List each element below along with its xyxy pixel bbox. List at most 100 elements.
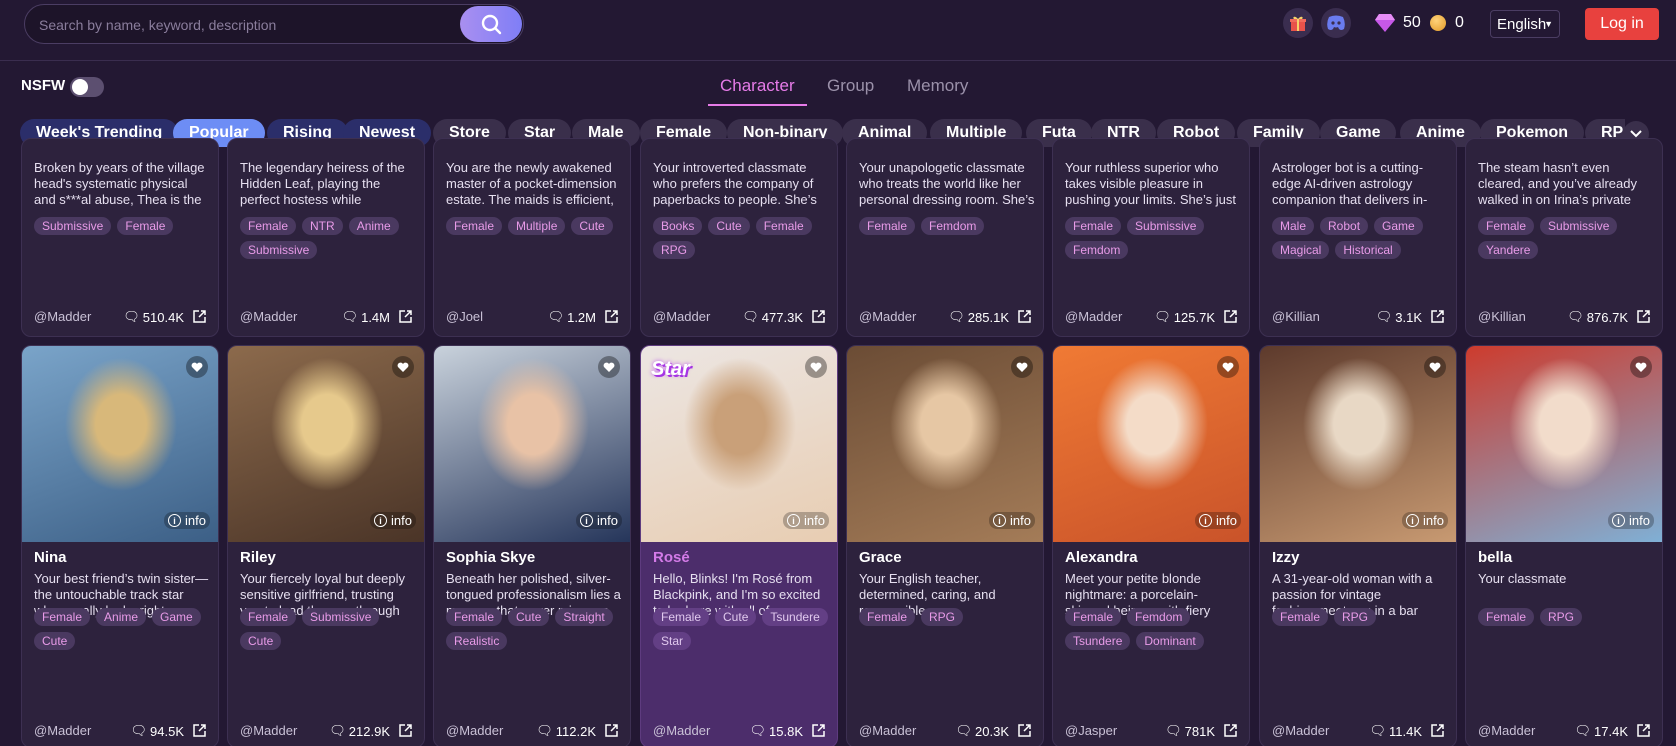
card-tag[interactable]: Femdom xyxy=(921,217,985,235)
external-link-icon[interactable] xyxy=(1224,310,1237,323)
favorite-button[interactable] xyxy=(186,356,208,378)
card-tag[interactable]: Submissive xyxy=(240,241,318,259)
external-link-icon[interactable] xyxy=(605,724,618,737)
character-card[interactable]: Broken by years of the village head's sy… xyxy=(21,138,219,337)
card-author[interactable]: @Madder xyxy=(653,723,710,738)
card-author[interactable]: @Killian xyxy=(1478,309,1526,324)
card-author[interactable]: @Madder xyxy=(859,723,916,738)
card-tag[interactable]: Female xyxy=(859,217,916,235)
info-button[interactable]: i info xyxy=(1402,512,1448,529)
card-tag[interactable]: RPG xyxy=(921,608,964,626)
card-tag[interactable]: Female xyxy=(240,217,297,235)
search-input[interactable] xyxy=(39,14,459,36)
card-tag[interactable]: Tsundere xyxy=(762,608,828,626)
character-card[interactable]: i info Grace Your English teacher, deter… xyxy=(846,345,1044,746)
nsfw-toggle[interactable] xyxy=(70,77,104,97)
gift-button[interactable] xyxy=(1283,8,1313,38)
character-card[interactable]: i info Nina Your best friend’s twin sist… xyxy=(21,345,219,746)
external-link-icon[interactable] xyxy=(812,724,825,737)
external-link-icon[interactable] xyxy=(1637,310,1650,323)
search-button[interactable] xyxy=(460,6,522,42)
card-author[interactable]: @Madder xyxy=(1065,309,1122,324)
card-author[interactable]: @Madder xyxy=(446,723,503,738)
info-button[interactable]: i info xyxy=(576,512,622,529)
card-author[interactable]: @Madder xyxy=(240,309,297,324)
card-tag[interactable]: Female xyxy=(1272,608,1329,626)
info-button[interactable]: i info xyxy=(370,512,416,529)
character-card[interactable]: i info Izzy A 31-year-old woman with a p… xyxy=(1259,345,1457,746)
info-button[interactable]: i info xyxy=(164,512,210,529)
discord-button[interactable] xyxy=(1321,8,1351,38)
card-author[interactable]: @Madder xyxy=(240,723,297,738)
external-link-icon[interactable] xyxy=(1018,310,1031,323)
card-tag[interactable]: Femdom xyxy=(1065,241,1129,259)
card-author[interactable]: @Madder xyxy=(653,309,710,324)
favorite-button[interactable] xyxy=(805,356,827,378)
card-tag[interactable]: Straight xyxy=(555,608,613,626)
card-tag[interactable]: Femdom xyxy=(1127,608,1191,626)
card-author[interactable]: @Madder xyxy=(34,309,91,324)
card-tag[interactable]: Female xyxy=(1065,608,1122,626)
card-tag[interactable]: RPG xyxy=(1334,608,1377,626)
card-tag[interactable]: Female xyxy=(755,217,812,235)
external-link-icon[interactable] xyxy=(812,310,825,323)
card-tag[interactable]: Female xyxy=(117,217,174,235)
card-tag[interactable]: Game xyxy=(152,608,201,626)
tab-character[interactable]: Character xyxy=(708,76,807,106)
character-card[interactable]: Your introverted classmate who prefers t… xyxy=(640,138,838,337)
tab-memory[interactable]: Memory xyxy=(907,76,968,106)
card-author[interactable]: @Madder xyxy=(859,309,916,324)
character-card[interactable]: Your unapologetic classmate who treats t… xyxy=(846,138,1044,337)
card-tag[interactable]: Robot xyxy=(1320,217,1369,235)
card-tag[interactable]: Tsundere xyxy=(1065,632,1131,650)
external-link-icon[interactable] xyxy=(605,310,618,323)
card-tag[interactable]: Cute xyxy=(508,608,550,626)
card-author[interactable]: @Killian xyxy=(1272,309,1320,324)
card-tag[interactable]: RPG xyxy=(1540,608,1583,626)
tab-group[interactable]: Group xyxy=(827,76,874,106)
card-author[interactable]: @Joel xyxy=(446,309,483,324)
card-tag[interactable]: Magical xyxy=(1272,241,1330,259)
character-card[interactable]: i info Alexandra Meet your petite blonde… xyxy=(1052,345,1250,746)
card-tag[interactable]: Female xyxy=(1478,608,1535,626)
card-tag[interactable]: Multiple xyxy=(508,217,566,235)
card-tag[interactable]: Anime xyxy=(348,217,399,235)
character-card[interactable]: You are the newly awakened master of a p… xyxy=(433,138,631,337)
external-link-icon[interactable] xyxy=(1018,724,1031,737)
card-tag[interactable]: Female xyxy=(653,608,710,626)
card-tag[interactable]: Female xyxy=(859,608,916,626)
info-button[interactable]: i info xyxy=(1608,512,1654,529)
favorite-button[interactable] xyxy=(1217,356,1239,378)
favorite-button[interactable] xyxy=(1630,356,1652,378)
external-link-icon[interactable] xyxy=(193,724,206,737)
character-card[interactable]: Your ruthless superior who takes visible… xyxy=(1052,138,1250,337)
card-tag[interactable]: Realistic xyxy=(446,632,508,650)
card-tag[interactable]: NTR xyxy=(302,217,343,235)
card-tag[interactable]: Male xyxy=(1272,217,1315,235)
character-card[interactable]: i info Riley Your fiercely loyal but dee… xyxy=(227,345,425,746)
card-tag[interactable]: RPG xyxy=(653,241,696,259)
character-card[interactable]: i info bella Your classmate Female RPG @M… xyxy=(1465,345,1663,746)
character-card[interactable]: Astrologer bot is a cutting-edge AI-driv… xyxy=(1259,138,1457,337)
external-link-icon[interactable] xyxy=(1431,724,1444,737)
favorite-button[interactable] xyxy=(392,356,414,378)
card-tag[interactable]: Dominant xyxy=(1136,632,1204,650)
card-tag[interactable]: Female xyxy=(446,217,503,235)
card-tag[interactable]: Cute xyxy=(240,632,282,650)
card-tag[interactable]: Books xyxy=(653,217,703,235)
login-button[interactable]: Log in xyxy=(1585,8,1659,40)
character-card[interactable]: The legendary heiress of the Hidden Leaf… xyxy=(227,138,425,337)
favorite-button[interactable] xyxy=(598,356,620,378)
card-tag[interactable]: Female xyxy=(240,608,297,626)
info-button[interactable]: i info xyxy=(783,512,829,529)
card-author[interactable]: @Madder xyxy=(1272,723,1329,738)
card-tag[interactable]: Submissive xyxy=(1540,217,1618,235)
card-author[interactable]: @Jasper xyxy=(1065,723,1117,738)
card-tag[interactable]: Cute xyxy=(708,217,750,235)
card-tag[interactable]: Cute xyxy=(571,217,613,235)
favorite-button[interactable] xyxy=(1424,356,1446,378)
external-link-icon[interactable] xyxy=(399,310,412,323)
card-tag[interactable]: Cute xyxy=(34,632,76,650)
card-tag[interactable]: Female xyxy=(1478,217,1535,235)
character-card[interactable]: The steam hasn’t even cleared, and you’v… xyxy=(1465,138,1663,337)
